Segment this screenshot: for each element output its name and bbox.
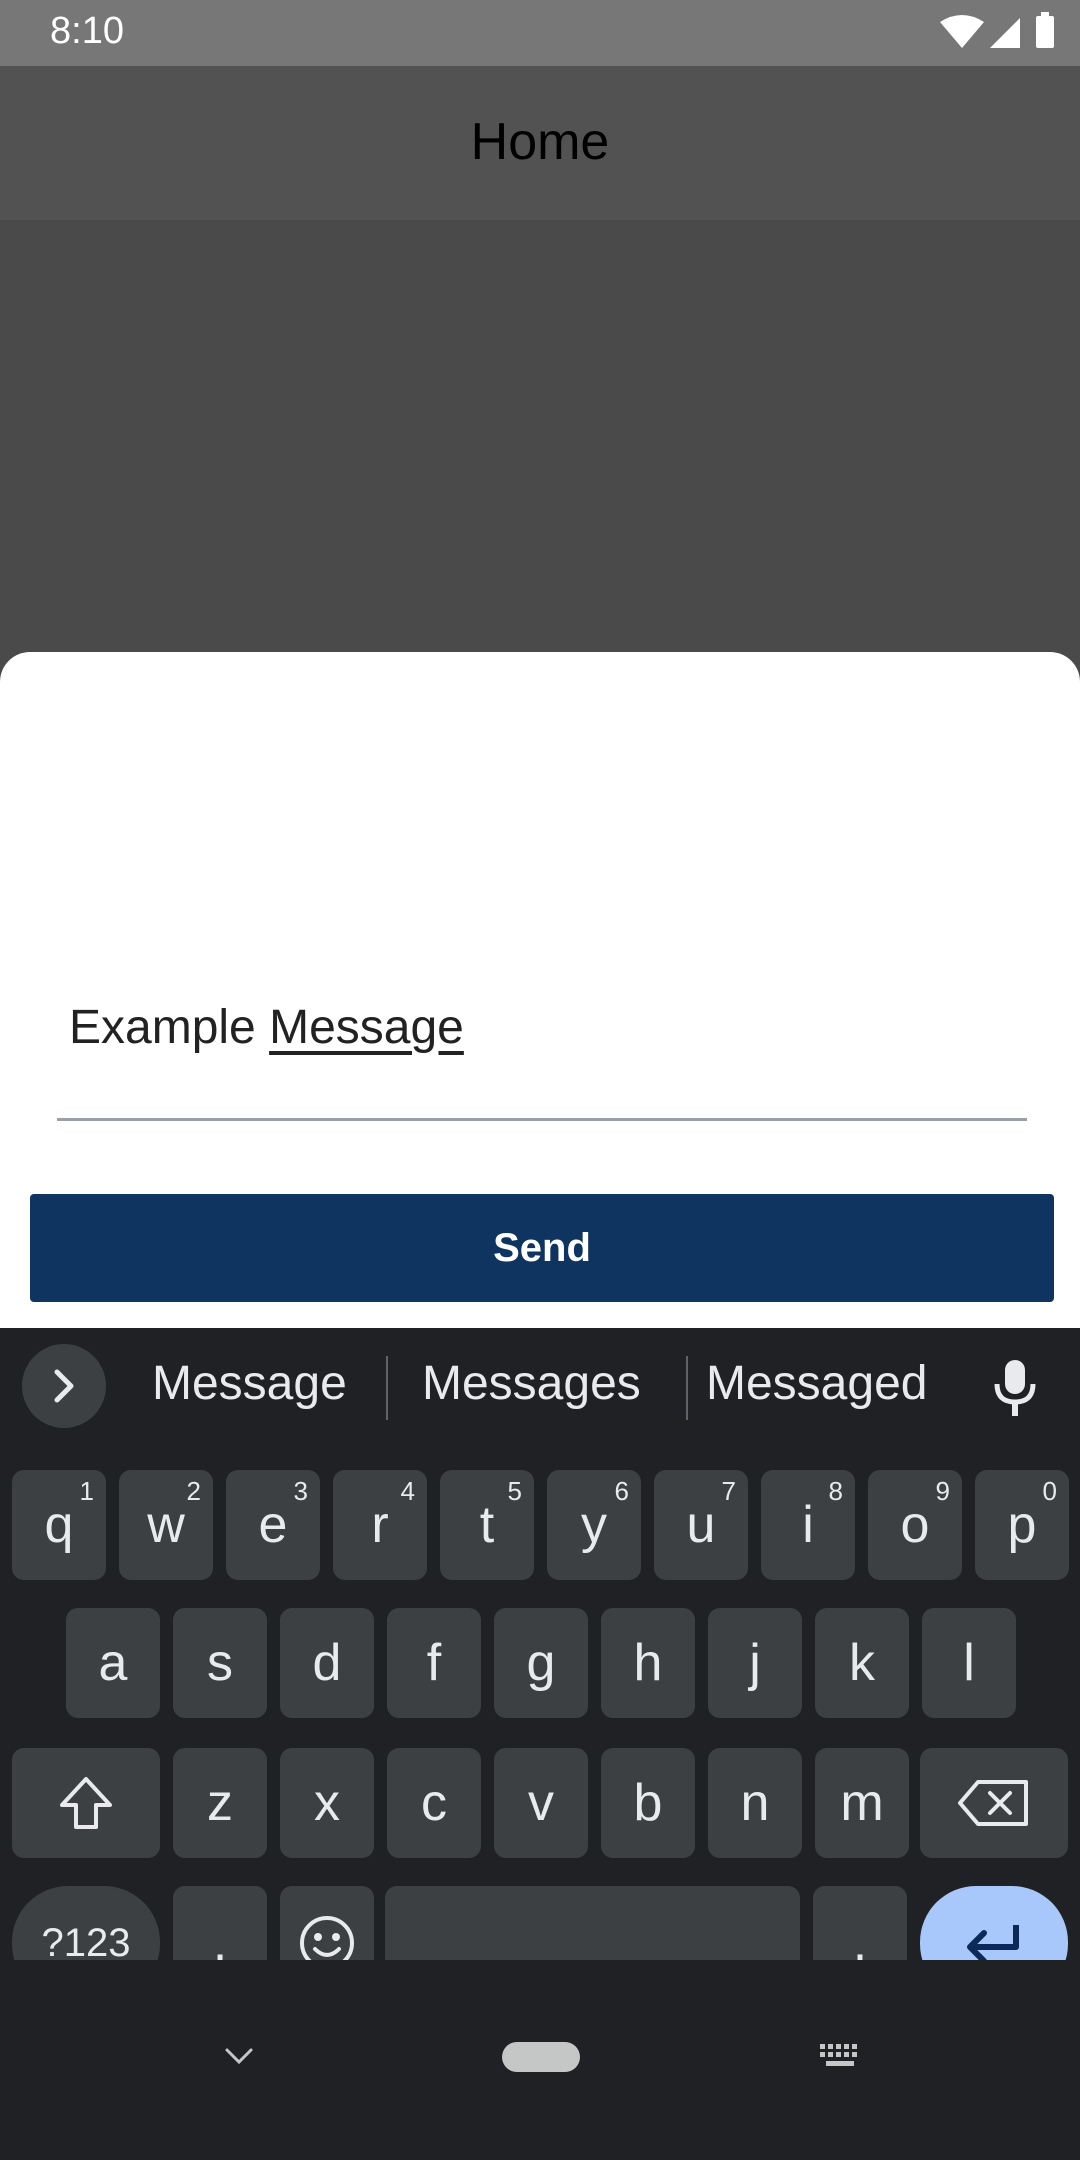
key-q[interactable]: q1 bbox=[12, 1470, 106, 1580]
status-icons bbox=[940, 12, 1054, 48]
suggestion-bar: Message Messages Messaged bbox=[0, 1328, 1080, 1450]
key-f[interactable]: f bbox=[387, 1608, 481, 1718]
key-v[interactable]: v bbox=[494, 1748, 588, 1858]
key-p[interactable]: p0 bbox=[975, 1470, 1069, 1580]
chevron-right-icon bbox=[54, 1369, 74, 1403]
message-input[interactable]: Example Message bbox=[57, 1000, 1027, 1072]
home-handle[interactable] bbox=[502, 2042, 580, 2072]
key-c[interactable]: c bbox=[387, 1748, 481, 1858]
keyboard-switch-icon[interactable] bbox=[818, 2042, 864, 2072]
status-bar: 8:10 bbox=[0, 0, 1080, 66]
key-m[interactable]: m bbox=[815, 1748, 909, 1858]
suggestion-1[interactable]: Message bbox=[152, 1356, 347, 1411]
key-d[interactable]: d bbox=[280, 1608, 374, 1718]
key-l[interactable]: l bbox=[922, 1608, 1016, 1718]
wifi-icon bbox=[940, 15, 984, 48]
composing-word: Message bbox=[269, 1001, 464, 1054]
backspace-icon bbox=[958, 1780, 1028, 1826]
key-y[interactable]: y6 bbox=[547, 1470, 641, 1580]
microphone-icon[interactable] bbox=[990, 1358, 1040, 1418]
key-w[interactable]: w2 bbox=[119, 1470, 213, 1580]
scrim[interactable] bbox=[0, 220, 1080, 652]
status-time: 8:10 bbox=[50, 10, 124, 52]
app-bar: Home bbox=[0, 66, 1080, 220]
hide-keyboard-icon[interactable] bbox=[224, 2046, 254, 2066]
suggestion-divider bbox=[386, 1356, 388, 1420]
message-input-value: Example Message bbox=[69, 1000, 464, 1055]
suggestion-3[interactable]: Messaged bbox=[706, 1356, 927, 1411]
suggestion-2[interactable]: Messages bbox=[422, 1356, 641, 1411]
enter-icon bbox=[967, 1925, 1019, 1964]
key-x[interactable]: x bbox=[280, 1748, 374, 1858]
key-i[interactable]: i8 bbox=[761, 1470, 855, 1580]
battery-icon bbox=[1036, 12, 1054, 48]
key-h[interactable]: h bbox=[601, 1608, 695, 1718]
key-t[interactable]: t5 bbox=[440, 1470, 534, 1580]
shift-icon bbox=[60, 1777, 112, 1829]
message-bottom-sheet: Example Message Send bbox=[0, 652, 1080, 1328]
message-prefix: Example bbox=[69, 1001, 270, 1054]
shift-key[interactable] bbox=[12, 1748, 160, 1858]
key-b[interactable]: b bbox=[601, 1748, 695, 1858]
key-r[interactable]: r4 bbox=[333, 1470, 427, 1580]
signal-icon bbox=[990, 18, 1020, 48]
key-u[interactable]: u7 bbox=[654, 1470, 748, 1580]
expand-toolbar-button[interactable] bbox=[22, 1344, 106, 1428]
key-g[interactable]: g bbox=[494, 1608, 588, 1718]
navigation-bar bbox=[0, 1960, 1080, 2160]
message-input-underline bbox=[57, 1118, 1027, 1121]
backspace-key[interactable] bbox=[920, 1748, 1068, 1858]
key-a[interactable]: a bbox=[66, 1608, 160, 1718]
key-s[interactable]: s bbox=[173, 1608, 267, 1718]
key-e[interactable]: e3 bbox=[226, 1470, 320, 1580]
key-k[interactable]: k bbox=[815, 1608, 909, 1718]
send-button[interactable]: Send bbox=[30, 1194, 1054, 1302]
key-z[interactable]: z bbox=[173, 1748, 267, 1858]
key-j[interactable]: j bbox=[708, 1608, 802, 1718]
key-o[interactable]: o9 bbox=[868, 1470, 962, 1580]
key-n[interactable]: n bbox=[708, 1748, 802, 1858]
suggestion-divider bbox=[686, 1356, 688, 1420]
page-title: Home bbox=[470, 113, 610, 171]
